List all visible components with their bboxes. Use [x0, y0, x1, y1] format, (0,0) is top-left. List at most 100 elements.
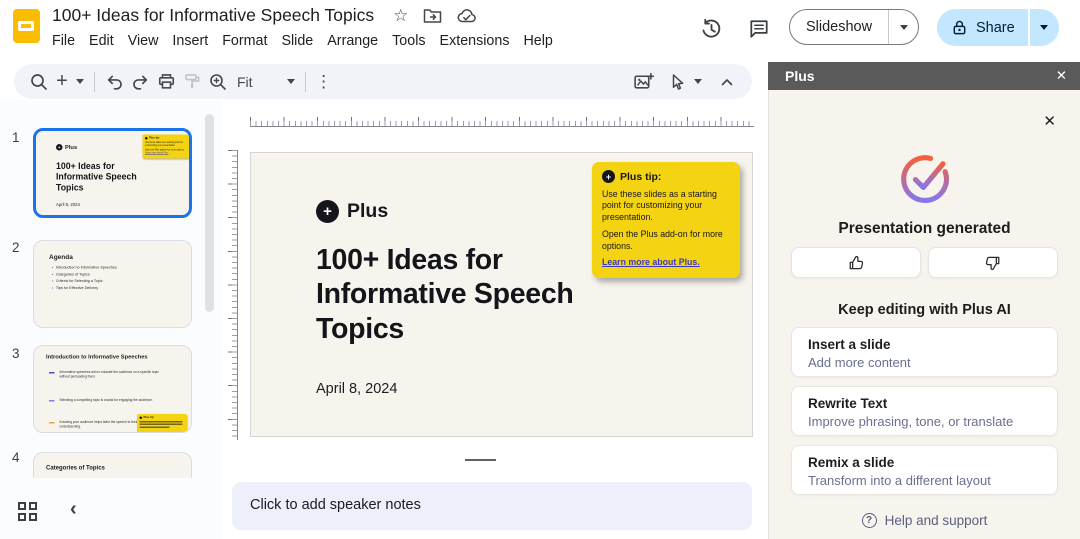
panel-body: ✕ Presentation generated Ke [768, 90, 1080, 539]
slide-thumbnail-2[interactable]: Agenda •Introduction to Informative Spee… [33, 240, 192, 328]
plus-tip-icon: + [602, 170, 615, 183]
zoom-dropdown[interactable] [283, 68, 299, 96]
plus-tip-note[interactable]: + Plus tip: Use these slides as a starti… [592, 162, 740, 278]
menu-edit[interactable]: Edit [82, 30, 121, 53]
help-and-support[interactable]: ? Help and support [769, 513, 1080, 528]
insert-image-icon[interactable] [630, 68, 656, 96]
slides-logo[interactable] [13, 9, 40, 43]
menu-help[interactable]: Help [516, 30, 559, 53]
slide-thumbnail-4[interactable]: Categories of Topics [33, 452, 192, 478]
select-tool-dropdown[interactable] [690, 68, 706, 96]
dialog-close-icon[interactable]: ✕ [1043, 112, 1056, 130]
top-bar: 100+ Ideas for Informative Speech Topics… [0, 0, 1080, 62]
grid-view-icon[interactable] [18, 502, 37, 521]
plus-brand-label: Plus [347, 200, 388, 223]
action-subtitle: Transform into a different layout [808, 473, 1041, 488]
thumbnail-plus-tip: Plus tip: [137, 414, 187, 433]
thumbs-down-button[interactable] [928, 247, 1058, 278]
caret-down-icon [1040, 25, 1048, 30]
panel-title: Plus [785, 68, 815, 84]
slide-number-3: 3 [12, 346, 20, 361]
speaker-notes[interactable]: Click to add speaker notes [232, 482, 752, 530]
caret-down-icon [287, 79, 295, 84]
menu-slide[interactable]: Slide [274, 30, 320, 53]
thumbnail-point: Selecting a compelling topic is crucial … [60, 398, 153, 403]
tip-body-2: Open the Plus add-on for more options. [602, 229, 730, 252]
menu-tools[interactable]: Tools [385, 30, 432, 53]
new-slide-button[interactable]: + [52, 68, 72, 96]
thumbnail-bullet-list: •Introduction to Informative Speeches •C… [52, 264, 117, 291]
comments-icon[interactable] [745, 15, 773, 43]
learn-more-link[interactable]: Learn more about Plus. [602, 257, 700, 267]
new-slide-dropdown[interactable] [72, 68, 88, 96]
tip-body: Use these slides as a starting point for… [145, 141, 187, 147]
plus-logo-icon: + [316, 200, 339, 223]
thumbs-up-icon [847, 254, 865, 272]
current-slide[interactable]: + Plus + Plus tip: Use these slides as a… [250, 152, 753, 437]
help-label: Help and support [885, 513, 988, 528]
action-subtitle: Add more content [808, 355, 1041, 370]
action-title: Remix a slide [808, 455, 1041, 470]
search-icon[interactable] [26, 68, 52, 96]
move-folder-icon[interactable] [423, 8, 442, 24]
share-dropdown[interactable] [1030, 9, 1059, 46]
undo-icon[interactable] [101, 68, 127, 96]
document-title[interactable]: 100+ Ideas for Informative Speech Topics [52, 5, 374, 26]
more-options-icon[interactable]: ⋮ [312, 68, 336, 96]
star-icon[interactable]: ☆ [393, 6, 408, 26]
thumbnail-bullet: Categories of Topics [56, 271, 90, 278]
panel-close-icon[interactable]: ✕ [1056, 68, 1067, 84]
slideshow-button[interactable]: Slideshow [790, 10, 888, 44]
toolbar: + Fit ⋮ [0, 62, 768, 100]
menu-file[interactable]: File [45, 30, 82, 53]
action-rewrite-text[interactable]: Rewrite Text Improve phrasing, tone, or … [791, 386, 1058, 436]
slide-thumbnail-1[interactable]: + Plus Plus tip: Use these slides as a s… [33, 128, 192, 218]
version-history-icon[interactable] [697, 15, 725, 43]
select-tool-icon[interactable] [664, 68, 690, 96]
horizontal-ruler [250, 114, 754, 127]
notes-resize-handle[interactable] [465, 459, 496, 461]
lock-icon [951, 19, 968, 36]
collapse-toolbar-icon[interactable] [714, 68, 740, 96]
slide-date[interactable]: April 8, 2024 [316, 381, 397, 397]
share-button[interactable]: Share [937, 9, 1028, 46]
plus-brand[interactable]: + Plus [316, 200, 388, 223]
thumbnail-brand: + Plus [56, 144, 77, 151]
speaker-notes-placeholder: Click to add speaker notes [250, 497, 421, 513]
caret-down-icon [900, 25, 908, 30]
slides-logo-glyph [18, 21, 34, 31]
filmstrip-scrollbar[interactable] [205, 114, 214, 312]
tip-text-line [140, 424, 183, 426]
action-insert-slide[interactable]: Insert a slide Add more content [791, 327, 1058, 377]
google-slides-app: 100+ Ideas for Informative Speech Topics… [0, 0, 1080, 539]
slideshow-dropdown[interactable] [888, 10, 918, 44]
thumbnail-plus-tip: Plus tip: Use these slides as a starting… [143, 135, 190, 159]
menu-insert[interactable]: Insert [165, 30, 215, 53]
menu-extensions[interactable]: Extensions [433, 30, 517, 53]
bullet-dash [49, 372, 55, 373]
action-remix-slide[interactable]: Remix a slide Transform into a different… [791, 445, 1058, 495]
slide-title[interactable]: 100+ Ideas for Informative Speech Topics [316, 243, 606, 346]
thumbs-up-button[interactable] [791, 247, 921, 278]
title-area: 100+ Ideas for Informative Speech Topics… [52, 5, 560, 53]
fit-zoom-select[interactable]: Fit [231, 74, 257, 90]
tip-heading: Plus tip: [144, 416, 155, 420]
menu-view[interactable]: View [121, 30, 166, 53]
slide-number-4: 4 [12, 450, 20, 465]
share-button-group: Share [937, 9, 1059, 46]
thumbnail-point: Informative speeches aim to educate the … [60, 370, 170, 379]
print-icon[interactable] [153, 68, 179, 96]
menu-arrange[interactable]: Arrange [320, 30, 385, 53]
collapse-filmstrip-icon[interactable]: ‹ [70, 498, 77, 521]
tip-heading: Plus tip: [149, 137, 160, 141]
redo-icon[interactable] [127, 68, 153, 96]
tip-heading: Plus tip: [620, 171, 661, 183]
thumbnail-bullet: Tips for Effective Delivery [56, 284, 98, 291]
share-label: Share [976, 20, 1015, 36]
tip-link: Learn more about Plus. [145, 151, 168, 154]
zoom-icon[interactable] [205, 68, 231, 96]
cloud-saved-icon[interactable] [457, 8, 477, 23]
paint-format-icon[interactable] [179, 68, 205, 96]
menu-format[interactable]: Format [215, 30, 274, 53]
slide-thumbnail-3[interactable]: Introduction to Informative Speeches Inf… [33, 345, 192, 433]
